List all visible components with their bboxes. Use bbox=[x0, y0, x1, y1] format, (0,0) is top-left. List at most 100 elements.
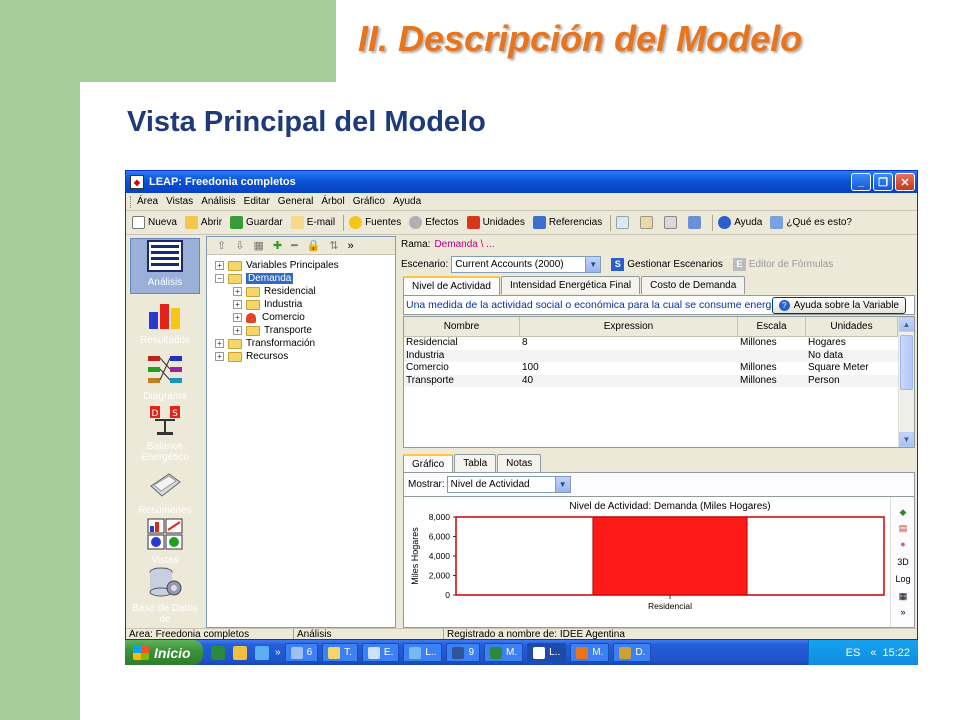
scroll-down-icon[interactable]: ▼ bbox=[899, 432, 914, 447]
menu-ayuda[interactable]: Ayuda bbox=[393, 196, 421, 207]
cell-expression[interactable]: 40 bbox=[520, 375, 738, 388]
nav-database[interactable]: Base de Datos de bbox=[126, 566, 204, 625]
chart-more-icon[interactable]: » bbox=[891, 607, 915, 617]
cell-expression[interactable]: 100 bbox=[520, 362, 738, 375]
start-button[interactable]: Inicio bbox=[125, 640, 203, 665]
move-down-icon[interactable]: ⇩ bbox=[235, 239, 244, 252]
taskbar-item-m2[interactable]: M. bbox=[570, 643, 610, 662]
taskbar-group-6[interactable]: 6 bbox=[284, 643, 319, 662]
cell-expression[interactable]: 8 bbox=[520, 337, 738, 350]
close-button[interactable]: ✕ bbox=[895, 173, 915, 191]
tab-chart[interactable]: Gráfico bbox=[403, 454, 454, 473]
new-button[interactable]: Nueva bbox=[132, 216, 177, 229]
units-button[interactable]: Unidades bbox=[466, 216, 525, 229]
collapse-icon[interactable]: − bbox=[215, 274, 224, 283]
open-button[interactable]: Abrir bbox=[184, 216, 222, 229]
grid-scrollbar[interactable]: ▲ ▼ bbox=[898, 317, 914, 447]
quicklaunch-more-icon[interactable]: » bbox=[275, 647, 281, 658]
chevron-down-icon[interactable]: ▼ bbox=[554, 477, 570, 492]
tree-node-demanda[interactable]: − Demanda bbox=[215, 272, 294, 285]
taskbar-item-m[interactable]: M. bbox=[484, 643, 524, 662]
chart-log-toggle[interactable]: Log bbox=[891, 574, 915, 584]
nav-results[interactable]: Resultados bbox=[126, 298, 204, 346]
sort-icon[interactable]: ⇅ bbox=[329, 239, 338, 252]
expand-icon[interactable]: + bbox=[233, 300, 242, 309]
chart-bars-icon[interactable]: ▤ bbox=[891, 523, 915, 534]
tree-node-industria[interactable]: + Industria bbox=[233, 298, 302, 311]
move-up-icon[interactable]: ⇧ bbox=[217, 239, 226, 252]
variable-help-button[interactable]: ? Ayuda sobre la Variable bbox=[771, 297, 906, 314]
tree-node-transporte[interactable]: + Transporte bbox=[233, 324, 312, 337]
chevron-down-icon[interactable]: ▼ bbox=[585, 256, 601, 272]
chart-3d-toggle[interactable]: 3D bbox=[891, 557, 915, 567]
tree-node-transformacion[interactable]: + Transformación bbox=[215, 337, 315, 350]
taskbar-item-e[interactable]: E. bbox=[361, 643, 400, 662]
nav-energy-balance[interactable]: DS Balance Energético bbox=[126, 404, 204, 463]
menu-area[interactable]: Área bbox=[137, 196, 158, 207]
nav-analysis[interactable]: Análisis bbox=[126, 240, 204, 288]
sources-button[interactable]: Fuentes bbox=[349, 216, 401, 229]
tree-node-recursos[interactable]: + Recursos bbox=[215, 350, 288, 363]
formula-editor-button[interactable]: Editor de Fórmulas bbox=[749, 259, 833, 270]
save-button[interactable]: Guardar bbox=[230, 216, 283, 229]
menu-grafico[interactable]: Gráfico bbox=[353, 196, 385, 207]
cell-expression[interactable] bbox=[520, 350, 738, 363]
scroll-up-icon[interactable]: ▲ bbox=[899, 317, 914, 332]
taskbar-item-d[interactable]: D. bbox=[613, 643, 652, 662]
tab-energy-intensity[interactable]: Intensidad Energética Final bbox=[500, 276, 641, 294]
tab-table[interactable]: Tabla bbox=[454, 454, 497, 472]
expand-icon[interactable]: + bbox=[233, 313, 242, 322]
cell-scale[interactable]: Millones bbox=[738, 375, 806, 388]
copy-button[interactable] bbox=[616, 216, 632, 229]
chart-legend-icon[interactable]: ▦ bbox=[891, 591, 915, 602]
references-button[interactable]: Referencias bbox=[532, 216, 602, 229]
paste-button[interactable] bbox=[640, 216, 656, 229]
taskbar-group-9[interactable]: 9 bbox=[446, 643, 481, 662]
add-branch-icon[interactable]: ✚ bbox=[273, 239, 282, 252]
menu-analisis[interactable]: Análisis bbox=[201, 196, 235, 207]
nav-diagram[interactable]: Diagrama bbox=[126, 354, 204, 402]
cell-units[interactable]: No data bbox=[806, 350, 898, 363]
taskbar-item-leap[interactable]: L.. bbox=[527, 643, 567, 662]
chart-type-icon[interactable]: ◆ bbox=[891, 507, 915, 518]
tree-node-variables[interactable]: + Variables Principales bbox=[215, 259, 339, 272]
manage-scenarios-button[interactable]: Gestionar Escenarios bbox=[627, 259, 723, 270]
menu-vistas[interactable]: Vistas bbox=[166, 196, 193, 207]
col-header-scale[interactable]: Escala bbox=[738, 317, 806, 336]
taskbar-item-t[interactable]: T. bbox=[322, 643, 358, 662]
scenario-select[interactable]: Current Accounts (2000) ▼ bbox=[451, 255, 602, 273]
language-indicator[interactable]: ES bbox=[846, 647, 861, 659]
cell-units[interactable]: Person bbox=[806, 375, 898, 388]
ie-icon[interactable] bbox=[255, 645, 269, 660]
clipboard-button[interactable] bbox=[664, 216, 680, 229]
tree-node-residencial[interactable]: + Residencial bbox=[233, 285, 316, 298]
window-titlebar[interactable]: ◆ LEAP: Freedonia completos _ ❐ ✕ bbox=[126, 171, 917, 193]
expand-icon[interactable]: + bbox=[233, 287, 242, 296]
table-row[interactable]: Transporte 40 Millones Person bbox=[404, 374, 914, 388]
delete-branch-icon[interactable]: ━ bbox=[291, 239, 298, 252]
menu-editar[interactable]: Editar bbox=[244, 196, 270, 207]
tab-notes[interactable]: Notas bbox=[497, 454, 542, 472]
minimize-button[interactable]: _ bbox=[851, 173, 871, 191]
lock-icon[interactable]: 🔒 bbox=[307, 239, 321, 252]
cell-units[interactable]: Hogares bbox=[806, 337, 898, 350]
tab-demand-cost[interactable]: Costo de Demanda bbox=[641, 276, 746, 294]
expand-icon[interactable]: + bbox=[215, 261, 224, 270]
effects-button[interactable]: Efectos bbox=[409, 216, 459, 229]
tree-node-comercio[interactable]: + Comercio bbox=[233, 311, 305, 324]
col-header-expression[interactable]: Expression bbox=[520, 317, 738, 336]
nav-views[interactable]: Vistas bbox=[126, 518, 204, 566]
branch-value[interactable]: Demanda \ ... bbox=[434, 239, 494, 250]
expand-icon[interactable]: + bbox=[215, 352, 224, 361]
refresh-button[interactable] bbox=[688, 216, 704, 229]
whatis-button[interactable]: ¿Qué es esto? bbox=[770, 216, 852, 229]
menu-arbol[interactable]: Árbol bbox=[321, 196, 344, 207]
cell-units[interactable]: Square Meter bbox=[806, 362, 898, 375]
excel-icon[interactable] bbox=[211, 645, 225, 660]
col-header-name[interactable]: Nombre bbox=[404, 317, 520, 336]
tray-expand-icon[interactable]: « bbox=[870, 647, 876, 659]
menu-general[interactable]: General bbox=[278, 196, 314, 207]
taskbar-item-l[interactable]: L.. bbox=[403, 643, 443, 662]
maximize-button[interactable]: ❐ bbox=[873, 173, 893, 191]
outlook-icon[interactable] bbox=[233, 645, 247, 660]
